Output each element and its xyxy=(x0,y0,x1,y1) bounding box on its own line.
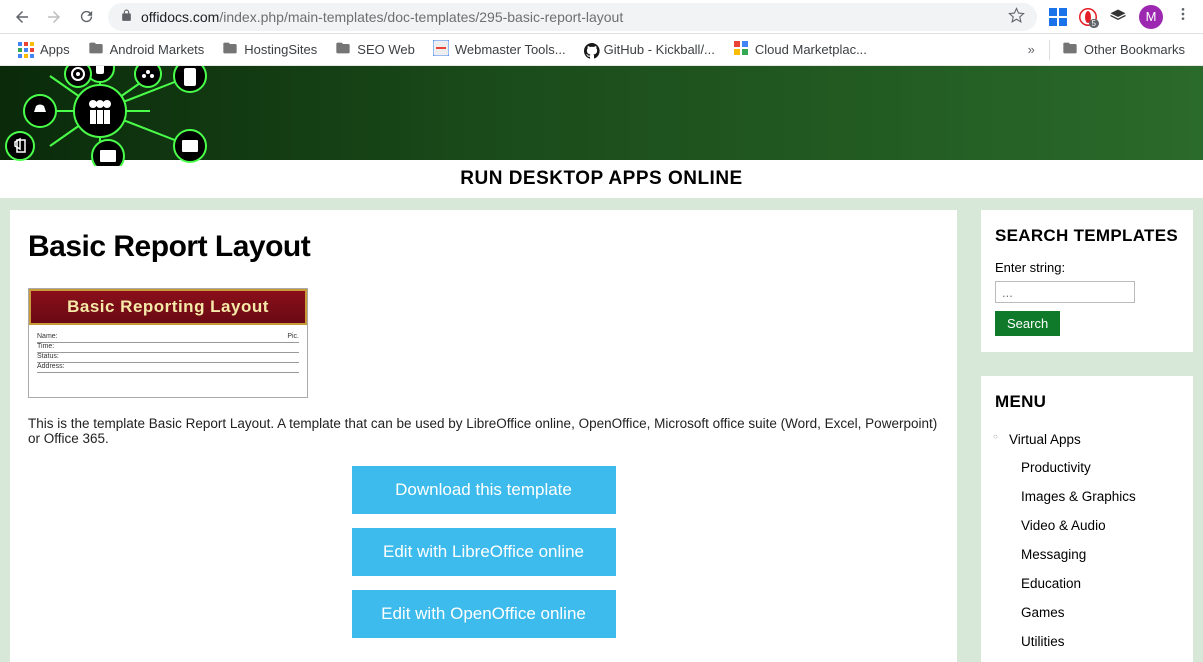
bookmark-star-icon[interactable] xyxy=(1008,7,1025,27)
search-label: Enter string: xyxy=(995,260,1179,275)
search-button[interactable]: Search xyxy=(995,311,1060,336)
other-bookmarks[interactable]: Other Bookmarks xyxy=(1056,36,1191,63)
page-title: Basic Report Layout xyxy=(28,230,939,264)
bookmarks-bar: Apps Android Markets HostingSites SEO We… xyxy=(0,34,1203,66)
menu-item-images[interactable]: Images & Graphics xyxy=(1009,482,1179,511)
menu-item-messaging[interactable]: Messaging xyxy=(1009,540,1179,569)
browser-toolbar: offidocs.com/index.php/main-templates/do… xyxy=(0,0,1203,34)
opera-extension-icon[interactable]: 5 xyxy=(1079,8,1097,26)
address-bar[interactable]: offidocs.com/index.php/main-templates/do… xyxy=(108,3,1037,31)
bookmark-item[interactable]: GitHub - Kickball/... xyxy=(578,38,721,61)
bookmark-folder[interactable]: SEO Web xyxy=(329,36,421,63)
menu-item-utilities[interactable]: Utilities xyxy=(1009,627,1179,656)
github-icon xyxy=(584,43,598,57)
menu-box: MENU Virtual Apps Productivity Images & … xyxy=(981,376,1193,662)
badge-count: 5 xyxy=(1089,19,1099,28)
menu-dots-icon[interactable] xyxy=(1175,6,1191,27)
bookmark-folder[interactable]: HostingSites xyxy=(216,36,323,63)
forward-button[interactable] xyxy=(44,7,64,27)
profile-avatar[interactable]: M xyxy=(1139,5,1163,29)
menu-item-education[interactable]: Education xyxy=(1009,569,1179,598)
edit-libreoffice-button[interactable]: Edit with LibreOffice online xyxy=(352,528,616,576)
template-preview: Basic Reporting Layout Name:Pic. Time: S… xyxy=(28,288,308,398)
page-viewport[interactable]: RUN DESKTOP APPS ONLINE Basic Report Lay… xyxy=(0,66,1203,662)
search-input[interactable] xyxy=(995,281,1135,303)
preview-title: Basic Reporting Layout xyxy=(29,289,307,325)
reload-button[interactable] xyxy=(76,7,96,27)
bookmark-item[interactable]: Webmaster Tools... xyxy=(427,36,572,63)
folder-icon xyxy=(222,40,238,59)
menu-title: MENU xyxy=(995,392,1179,412)
menu-item-productivity[interactable]: Productivity xyxy=(1009,453,1179,482)
url-text: offidocs.com/index.php/main-templates/do… xyxy=(141,9,1000,25)
cloud-icon xyxy=(733,40,749,59)
menu-item-games[interactable]: Games xyxy=(1009,598,1179,627)
menu-top-item[interactable]: Virtual Apps Productivity Images & Graph… xyxy=(995,426,1179,662)
search-templates-box: SEARCH TEMPLATES Enter string: Search xyxy=(981,210,1193,352)
apps-icon xyxy=(18,42,34,58)
bookmark-folder[interactable]: Android Markets xyxy=(82,36,211,63)
back-button[interactable] xyxy=(12,7,32,27)
main-content: Basic Report Layout Basic Reporting Layo… xyxy=(10,210,957,662)
extension-icon-3[interactable] xyxy=(1109,8,1127,26)
webmaster-icon xyxy=(433,40,449,59)
bookmark-overflow-icon[interactable]: » xyxy=(1020,42,1043,57)
search-title: SEARCH TEMPLATES xyxy=(995,226,1179,246)
folder-icon xyxy=(88,40,104,59)
menu-item-video[interactable]: Video & Audio xyxy=(1009,511,1179,540)
extension-icon-1[interactable] xyxy=(1049,8,1067,26)
hero-banner xyxy=(0,66,1203,160)
lock-icon xyxy=(120,9,133,25)
bookmark-item[interactable]: Cloud Marketplac... xyxy=(727,36,873,63)
download-template-button[interactable]: Download this template xyxy=(352,466,616,514)
bookmark-apps[interactable]: Apps xyxy=(12,38,76,62)
extension-icons: 5 M xyxy=(1049,5,1191,29)
folder-icon xyxy=(335,40,351,59)
edit-openoffice-button[interactable]: Edit with OpenOffice online xyxy=(352,590,616,638)
description-text: This is the template Basic Report Layout… xyxy=(28,416,939,446)
folder-icon xyxy=(1062,40,1078,59)
